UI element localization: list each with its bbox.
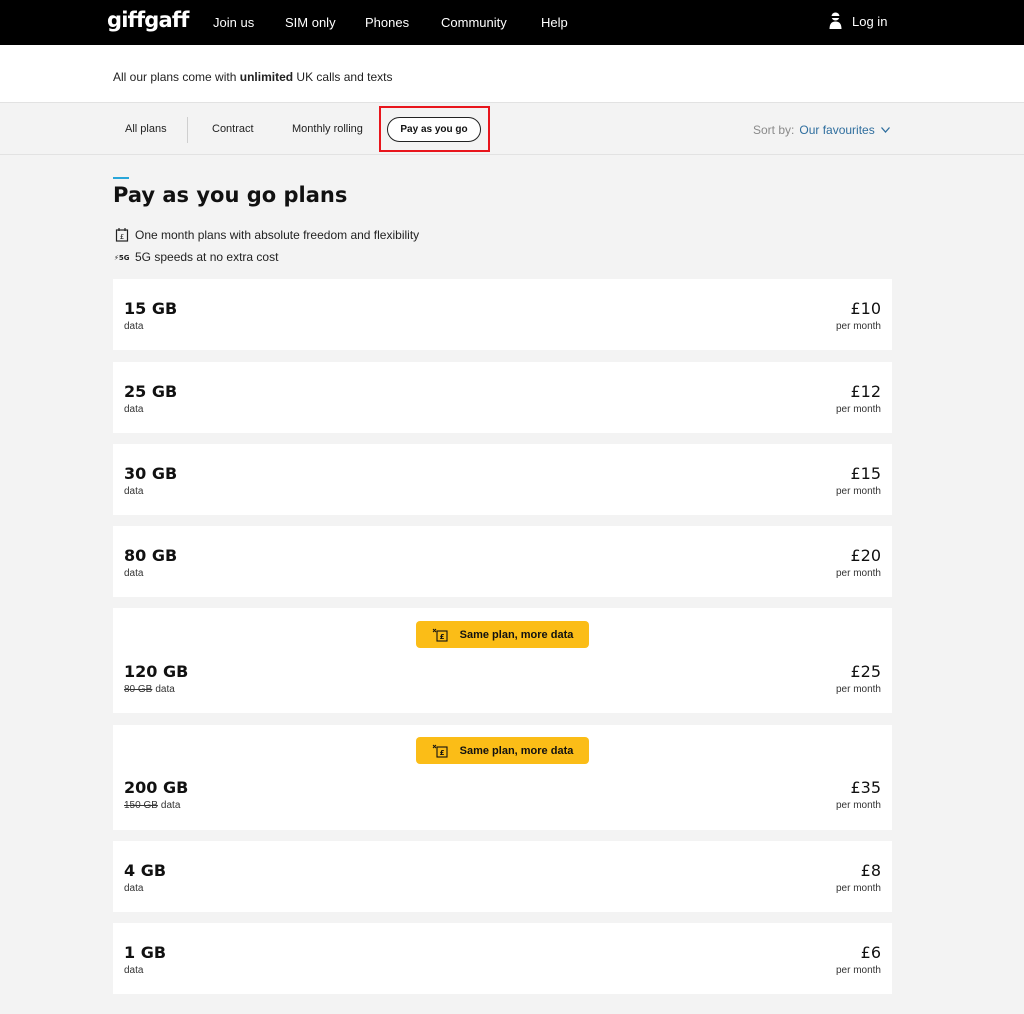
plan-price: £6 [860, 943, 881, 962]
plan-price: £12 [850, 382, 881, 401]
plan-data-label: data [124, 321, 144, 332]
sort-label: Sort by: [753, 123, 795, 137]
more-data-icon: £ [432, 744, 448, 758]
giffgaff-logo[interactable]: giffgaff [107, 8, 189, 32]
svg-text:£: £ [439, 633, 444, 641]
plan-data-amount: 1 GB [124, 943, 167, 962]
plan-data-amount: 15 GB [124, 299, 178, 318]
data-word: data [160, 800, 181, 811]
promo-label: Same plan, more data [459, 744, 574, 757]
plan-price-period: per month [835, 965, 881, 976]
plan-price: £15 [850, 464, 881, 483]
plan-data-label: 150 GB data [124, 800, 180, 811]
tab-all-plans[interactable]: All plans [125, 123, 167, 135]
plan-data-label: data [124, 404, 144, 415]
plan-price-period: per month [835, 800, 881, 811]
plan-card-4gb[interactable]: 4 GB data £8 per month [113, 841, 892, 912]
more-data-icon: £ [432, 628, 448, 642]
plan-data-amount: 30 GB [124, 464, 178, 483]
plan-price-period: per month [835, 568, 881, 579]
info-text: All our plans come with unlimited UK cal… [113, 70, 392, 84]
promo-badge: £ Same plan, more data [416, 621, 589, 648]
plan-data-label: data [124, 486, 144, 497]
plan-card-80gb[interactable]: 80 GB data £20 per month [113, 526, 892, 597]
plan-price-period: per month [835, 883, 881, 894]
plan-data-amount: 4 GB [124, 861, 167, 880]
plan-data-amount: 25 GB [124, 382, 178, 401]
tab-contract[interactable]: Contract [212, 123, 254, 135]
plan-price: £10 [850, 299, 881, 318]
tab-divider [187, 117, 188, 143]
feature-text: One month plans with absolute freedom an… [135, 227, 420, 242]
plan-price: £25 [850, 662, 881, 681]
plan-data-amount: 80 GB [124, 546, 178, 565]
plan-card-120gb[interactable]: £ Same plan, more data 120 GB 80 GB data … [113, 608, 892, 713]
plan-price-period: per month [835, 404, 881, 415]
user-icon [829, 12, 842, 29]
nav-join-us[interactable]: Join us [213, 15, 254, 30]
plan-card-200gb[interactable]: £ Same plan, more data 200 GB 150 GB data… [113, 725, 892, 830]
plan-data-label: 80 GB data [124, 684, 175, 695]
info-banner: All our plans come with unlimited UK cal… [0, 45, 1024, 103]
login-button[interactable]: Log in [829, 12, 887, 30]
tab-monthly-rolling[interactable]: Monthly rolling [292, 123, 363, 135]
nav-sim-only[interactable]: SIM only [285, 15, 336, 30]
svg-text:£: £ [120, 233, 124, 241]
promo-label: Same plan, more data [459, 628, 574, 641]
info-suffix: UK calls and texts [293, 70, 393, 84]
plan-card-30gb[interactable]: 30 GB data £15 per month [113, 444, 892, 515]
feature-one-month: £ One month plans with absolute freedom … [113, 227, 419, 242]
plan-data-amount: 200 GB [124, 778, 189, 797]
nav-phones[interactable]: Phones [365, 15, 409, 30]
calendar-icon: £ [113, 227, 131, 242]
heading-accent-bar [113, 177, 129, 179]
old-data-amount: 80 GB [124, 684, 153, 695]
plan-price-period: per month [835, 486, 881, 497]
plan-data-label: data [124, 568, 144, 579]
plan-card-15gb[interactable]: 15 GB data £10 per month [113, 279, 892, 350]
5g-icon: ⚡5G [113, 252, 131, 262]
highlight-annotation-box [379, 106, 490, 152]
promo-badge: £ Same plan, more data [416, 737, 589, 764]
top-nav: giffgaff Join us SIM only Phones Communi… [0, 0, 1024, 45]
plan-data-label: data [124, 883, 144, 894]
plan-price: £35 [850, 778, 881, 797]
svg-text:⚡5G: ⚡5G [114, 254, 130, 262]
old-data-amount: 150 GB [124, 800, 158, 811]
plan-price: £8 [860, 861, 881, 880]
plan-price-period: per month [835, 684, 881, 695]
feature-5g: ⚡5G 5G speeds at no extra cost [113, 250, 278, 264]
login-label: Log in [852, 13, 888, 29]
svg-text:£: £ [439, 749, 444, 757]
chevron-down-icon [880, 127, 890, 133]
nav-help[interactable]: Help [541, 15, 568, 30]
plan-data-label: data [124, 965, 144, 976]
info-prefix: All our plans come with [113, 70, 240, 84]
plan-price: £20 [850, 546, 881, 565]
nav-community[interactable]: Community [441, 15, 507, 30]
feature-text: 5G speeds at no extra cost [135, 250, 279, 264]
sort-dropdown[interactable]: Sort by: Our favourites [753, 123, 890, 137]
plan-card-25gb[interactable]: 25 GB data £12 per month [113, 362, 892, 433]
plan-price-period: per month [835, 321, 881, 332]
sort-value: Our favourites [799, 123, 875, 137]
plan-data-amount: 120 GB [124, 662, 189, 681]
page-title: Pay as you go plans [113, 183, 348, 207]
plan-card-1gb[interactable]: 1 GB data £6 per month [113, 923, 892, 994]
data-word: data [155, 684, 175, 695]
info-bold: unlimited [239, 70, 294, 84]
